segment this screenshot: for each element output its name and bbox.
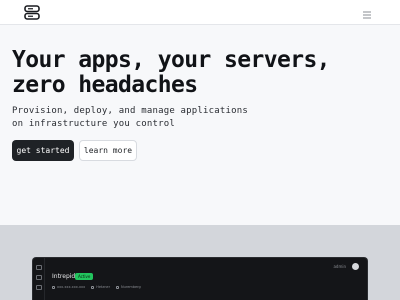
hamburger-menu-icon[interactable] <box>361 6 373 19</box>
dashboard-user-area: admin <box>333 263 359 270</box>
headline-line-1: Your apps, your servers, <box>12 47 331 73</box>
sidebar-apps-icon[interactable] <box>36 285 42 290</box>
app-meta-row: xxx.xxx.xxx.xxx Hetzner Nuremberg <box>52 285 141 289</box>
landing-page: Your apps, your servers, zero headaches … <box>0 0 400 300</box>
sidebar-servers-icon[interactable] <box>36 275 42 280</box>
hero-headline: Your apps, your servers, zero headaches <box>12 47 331 98</box>
sidebar-home-icon[interactable] <box>36 265 42 270</box>
server-stack-icon[interactable] <box>24 5 40 20</box>
dashboard-sidebar <box>33 258 45 300</box>
learn-more-button[interactable]: learn more <box>79 140 137 161</box>
get-started-button[interactable]: get started <box>12 140 74 161</box>
meta-provider: Hetzner <box>91 285 110 289</box>
app-name: Intrepid <box>52 273 76 280</box>
hero-subheadline: Provision, deploy, and manage applicatio… <box>12 105 248 131</box>
cloud-icon <box>91 285 95 289</box>
subheadline-line-2: on infrastructure you control <box>12 119 175 129</box>
dashboard-preview: Intrepid Active xxx.xxx.xxx.xxx Hetzner … <box>32 257 368 300</box>
status-badge: Active <box>75 273 94 280</box>
user-label: admin <box>333 264 346 269</box>
location-icon <box>116 285 120 289</box>
avatar[interactable] <box>352 263 359 270</box>
subheadline-line-1: Provision, deploy, and manage applicatio… <box>12 106 248 116</box>
network-icon <box>52 285 55 289</box>
meta-location: Nuremberg <box>116 285 141 289</box>
top-nav <box>0 0 400 25</box>
headline-line-2: zero headaches <box>12 72 198 98</box>
meta-ip: xxx.xxx.xxx.xxx <box>52 285 85 289</box>
